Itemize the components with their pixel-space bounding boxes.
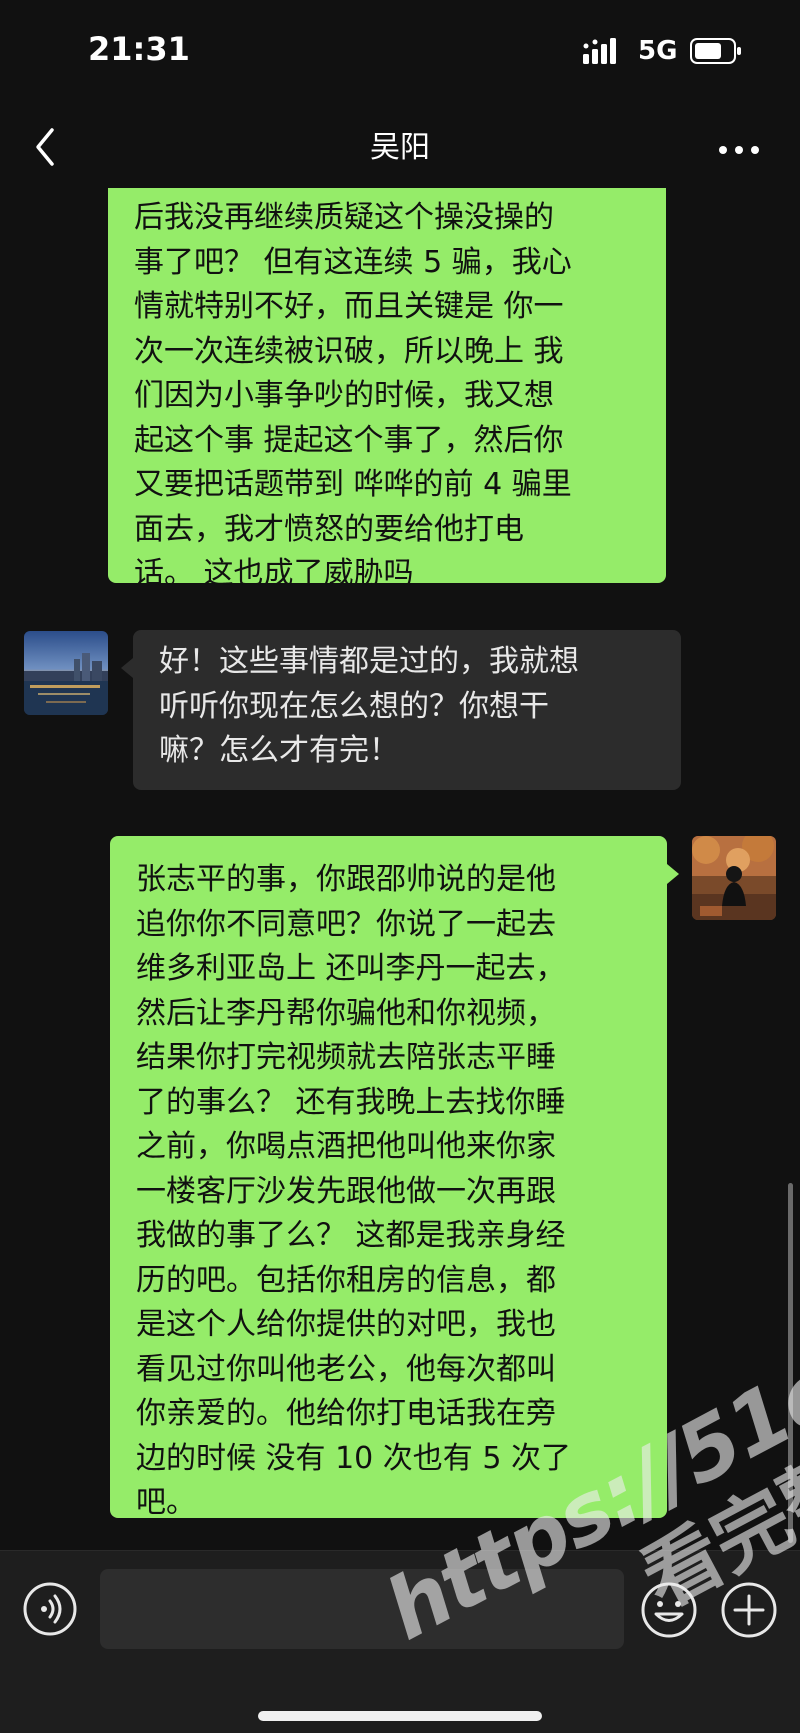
input-bar bbox=[0, 1550, 800, 1733]
message-line: 是这个人给你提供的对吧，我也 bbox=[136, 1307, 556, 1342]
chat-title: 吴阳 bbox=[370, 130, 430, 165]
plus-icon[interactable] bbox=[720, 1581, 778, 1639]
network-type: 5G bbox=[638, 36, 678, 66]
message-line: 了的事么？ 还有我晚上去找你睡 bbox=[136, 1084, 566, 1120]
home-indicator[interactable] bbox=[258, 1711, 542, 1721]
message-list[interactable]: 后我没再继续质疑这个操没操的 事了吧？ 但有这连续 5 骗，我心 情就特别不好，… bbox=[0, 188, 800, 1550]
message-line: 历的吧。包括你租房的信息，都 bbox=[136, 1262, 556, 1298]
message-input[interactable] bbox=[100, 1569, 624, 1649]
emoji-icon[interactable] bbox=[640, 1581, 698, 1639]
message-line: 嘛？怎么才有完！ bbox=[159, 733, 399, 768]
message-line: 追你你不同意吧？你说了一起去 bbox=[136, 906, 556, 942]
received-message-bubble[interactable]: 好！这些事情都是过的，我就想 听听你现在怎么想的？你想干 嘛？怎么才有完！ bbox=[133, 630, 681, 790]
message-line: 看见过你叫他老公，他每次都叫 bbox=[136, 1351, 556, 1387]
message-line: 一楼客厅沙发先跟他做一次再跟 bbox=[136, 1173, 556, 1209]
status-bar: 21:31 5G bbox=[0, 0, 800, 110]
message-line: 然后让李丹帮你骗他和你视频， bbox=[136, 995, 556, 1031]
sent-message-bubble[interactable]: 后我没再继续质疑这个操没操的 事了吧？ 但有这连续 5 骗，我心 情就特别不好，… bbox=[108, 188, 666, 591]
message-line: 边的时候 没有 10 次也有 5 次了 bbox=[136, 1440, 571, 1476]
city-night-avatar-image bbox=[24, 631, 108, 715]
message-line: 结果你打完视频就去陪张志平睡 bbox=[136, 1040, 556, 1075]
bubble-tail bbox=[667, 864, 679, 884]
contact-avatar[interactable] bbox=[24, 631, 108, 715]
signal-icon bbox=[583, 38, 616, 64]
message-line: 话。 这也成了威胁吗 bbox=[134, 556, 414, 591]
status-time: 21:31 bbox=[88, 30, 190, 68]
message-line: 事了吧？ 但有这连续 5 骗，我心 bbox=[134, 244, 572, 280]
autumn-person-avatar-image bbox=[692, 836, 776, 920]
message-line: 次一次连续被识破，所以晚上 我 bbox=[134, 333, 564, 369]
message-line: 听听你现在怎么想的？你想干 bbox=[159, 688, 549, 724]
message-line: 起这个事 提起这个事了，然后你 bbox=[134, 422, 564, 458]
sent-message-bubble[interactable]: 张志平的事，你跟邵帅说的是他 追你你不同意吧？你说了一起去 维多利亚岛上 还叫李… bbox=[110, 836, 667, 1520]
message-line: 们因为小事争吵的时候，我又想 bbox=[134, 378, 554, 413]
battery-icon bbox=[690, 38, 741, 64]
message-line: 我做的事了么？ 这都是我亲身经 bbox=[136, 1218, 566, 1253]
message-line: 吧。 bbox=[136, 1485, 196, 1520]
bubble-tail bbox=[121, 658, 133, 678]
scrollbar[interactable] bbox=[788, 1183, 793, 1543]
message-line: 情就特别不好，而且关键是 你一 bbox=[134, 289, 564, 324]
self-avatar[interactable] bbox=[692, 836, 776, 920]
message-line: 好！这些事情都是过的，我就想 bbox=[159, 644, 579, 679]
message-line: 维多利亚岛上 还叫李丹一起去， bbox=[136, 951, 566, 986]
message-line: 之前，你喝点酒把他叫他来你家 bbox=[136, 1129, 556, 1164]
chat-header: 吴阳 bbox=[0, 110, 800, 188]
message-line: 面去，我才愤怒的要给他打电 bbox=[134, 511, 524, 547]
message-line: 张志平的事，你跟邵帅说的是他 bbox=[136, 862, 556, 897]
message-line: 后我没再继续质疑这个操没操的 bbox=[134, 200, 554, 235]
message-line: 又要把话题带到 哗哗的前 4 骗里 bbox=[134, 467, 572, 502]
more-icon[interactable] bbox=[716, 130, 762, 170]
voice-icon[interactable] bbox=[22, 1581, 78, 1637]
message-line: 你亲爱的。他给你打电话我在旁 bbox=[136, 1396, 556, 1431]
